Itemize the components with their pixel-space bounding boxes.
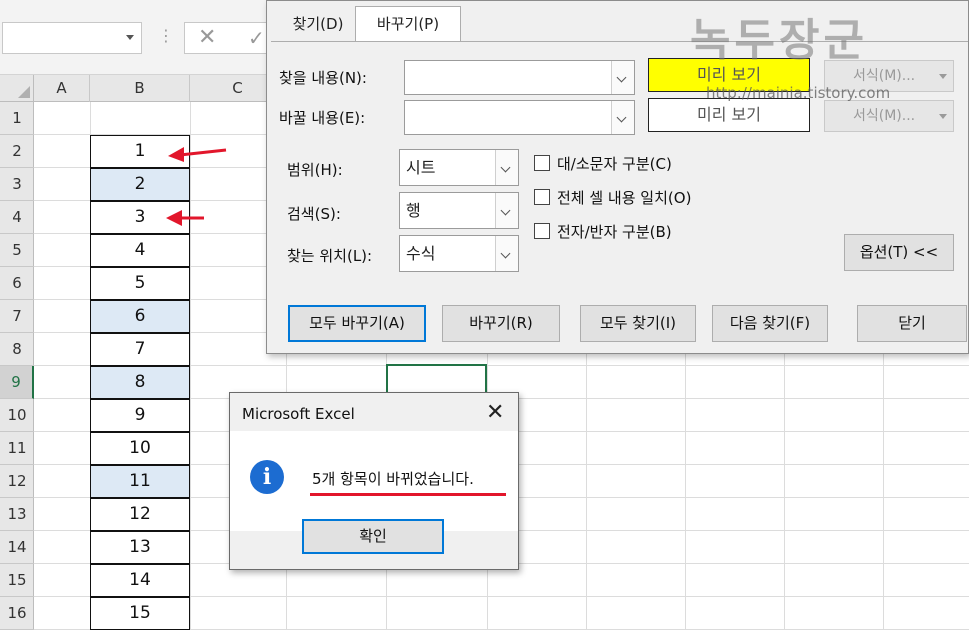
cell-b8[interactable]: 7 xyxy=(90,333,190,366)
red-arrow-row4 xyxy=(166,210,204,226)
message-box-title: Microsoft Excel xyxy=(242,405,355,423)
row-header-bar: 1 2 3 4 5 6 7 8 9 10 11 12 13 14 15 16 xyxy=(0,102,34,630)
replace-with-input[interactable] xyxy=(404,100,635,135)
close-button[interactable]: 닫기 xyxy=(857,305,967,342)
chevron-down-icon[interactable] xyxy=(495,193,518,228)
row-header-11[interactable]: 11 xyxy=(0,432,34,465)
red-arrow-row2 xyxy=(168,147,227,162)
column-header-a[interactable]: A xyxy=(34,75,90,102)
info-icon: i xyxy=(250,460,284,494)
watermark-title: 녹두장군 xyxy=(690,15,868,66)
row-header-6[interactable]: 6 xyxy=(0,267,34,300)
tab-replace[interactable]: 바꾸기(P) xyxy=(355,6,461,42)
cell-b16[interactable]: 15 xyxy=(90,597,190,630)
select-all-corner[interactable] xyxy=(0,75,34,102)
row-header-4[interactable]: 4 xyxy=(0,201,34,234)
chevron-down-icon[interactable] xyxy=(939,114,947,119)
grid-column-line xyxy=(190,102,191,630)
cell-b14[interactable]: 13 xyxy=(90,531,190,564)
row-header-10[interactable]: 10 xyxy=(0,399,34,432)
row-header-13[interactable]: 13 xyxy=(0,498,34,531)
chevron-down-icon[interactable] xyxy=(611,101,634,134)
tab-find[interactable]: 찾기(D) xyxy=(283,7,353,41)
row-header-16[interactable]: 16 xyxy=(0,597,34,630)
row-header-1[interactable]: 1 xyxy=(0,102,34,135)
cell-b12[interactable]: 11 xyxy=(90,465,190,498)
find-what-label: 찾을 내용(N): xyxy=(279,69,367,87)
look-in-label: 찾는 위치(L): xyxy=(287,247,373,265)
column-header-b[interactable]: B xyxy=(90,75,190,102)
enter-check-icon[interactable]: ✓ xyxy=(248,25,265,51)
row-header-3[interactable]: 3 xyxy=(0,168,34,201)
select-all-icon xyxy=(18,86,30,98)
row-header-15[interactable]: 15 xyxy=(0,564,34,597)
find-what-input[interactable] xyxy=(404,60,635,95)
row-header-14[interactable]: 14 xyxy=(0,531,34,564)
cell-b11[interactable]: 10 xyxy=(90,432,190,465)
replace-format-preview: 미리 보기 xyxy=(648,98,810,132)
cancel-icon[interactable]: ✕ xyxy=(198,25,216,51)
look-in-select[interactable]: 수식 xyxy=(399,235,519,272)
chevron-down-icon[interactable] xyxy=(126,35,134,40)
row-header-8[interactable]: 8 xyxy=(0,333,34,366)
match-case-label: 대/소문자 구분(C) xyxy=(557,155,672,173)
replace-all-button[interactable]: 모두 바꾸기(A) xyxy=(288,305,426,342)
scope-label: 범위(H): xyxy=(287,161,343,179)
find-all-button[interactable]: 모두 찾기(I) xyxy=(580,305,696,342)
match-entire-checkbox[interactable] xyxy=(534,189,550,205)
row-header-12[interactable]: 12 xyxy=(0,465,34,498)
chevron-down-icon[interactable] xyxy=(939,74,947,79)
search-order-select[interactable]: 행 xyxy=(399,192,519,229)
match-byte-checkbox[interactable] xyxy=(534,223,550,239)
replace-button[interactable]: 바꾸기(R) xyxy=(442,305,560,342)
close-icon[interactable]: ✕ xyxy=(486,399,504,427)
find-next-button[interactable]: 다음 찾기(F) xyxy=(712,305,828,342)
match-entire-label: 전체 셀 내용 일치(O) xyxy=(557,189,692,207)
cell-b5[interactable]: 4 xyxy=(90,234,190,267)
cell-b3[interactable]: 2 xyxy=(90,168,190,201)
options-button[interactable]: 옵션(T) << xyxy=(844,234,954,271)
search-label: 검색(S): xyxy=(287,205,341,223)
scope-select[interactable]: 시트 xyxy=(399,149,519,186)
cell-b15[interactable]: 14 xyxy=(90,564,190,597)
ok-button[interactable]: 확인 xyxy=(302,519,444,554)
chevron-down-icon[interactable] xyxy=(495,150,518,185)
row-header-7[interactable]: 7 xyxy=(0,300,34,333)
row-header-9[interactable]: 9 xyxy=(0,366,34,399)
cell-b7[interactable]: 6 xyxy=(90,300,190,333)
cell-b10[interactable]: 9 xyxy=(90,399,190,432)
watermark-url: http://mainia.tistory.com xyxy=(706,84,891,102)
message-text: 5개 항목이 바뀌었습니다. xyxy=(312,470,474,488)
message-box: Microsoft Excel ✕ i 5개 항목이 바뀌었습니다. 확인 xyxy=(229,392,519,570)
chevron-down-icon[interactable] xyxy=(495,236,518,271)
match-case-checkbox[interactable] xyxy=(534,155,550,171)
name-box[interactable] xyxy=(2,22,142,54)
cell-b9[interactable]: 8 xyxy=(90,366,190,399)
cell-b6[interactable]: 5 xyxy=(90,267,190,300)
cell-b13[interactable]: 12 xyxy=(90,498,190,531)
row-header-5[interactable]: 5 xyxy=(0,234,34,267)
more-icon: ⋮ xyxy=(158,26,174,45)
red-underline xyxy=(310,493,506,496)
replace-format-button[interactable]: 서식(M)... xyxy=(824,100,954,132)
match-byte-label: 전자/반자 구분(B) xyxy=(557,223,672,241)
row-header-2[interactable]: 2 xyxy=(0,135,34,168)
chevron-down-icon[interactable] xyxy=(611,61,634,94)
replace-with-label: 바꿀 내용(E): xyxy=(279,109,366,127)
